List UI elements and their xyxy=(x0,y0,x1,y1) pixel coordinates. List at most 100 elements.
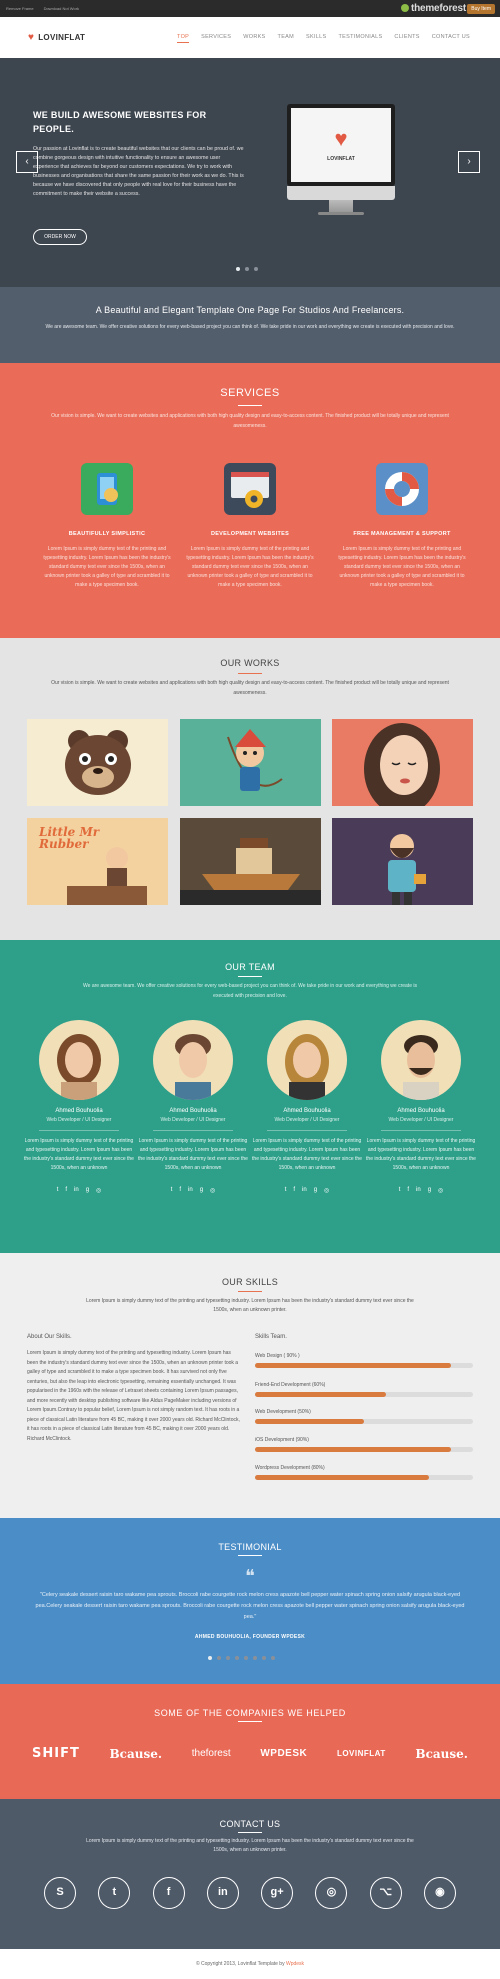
skill-label: Wordpress Development (80%) xyxy=(255,1465,325,1471)
github-icon[interactable]: g xyxy=(428,1187,431,1194)
nav-item-works[interactable]: WORKS xyxy=(243,34,265,43)
portfolio-item-archer[interactable] xyxy=(180,719,321,806)
facebook-icon[interactable]: f xyxy=(407,1187,409,1194)
slider-prev-arrow[interactable]: ‹ xyxy=(16,151,38,173)
twitter-icon[interactable]: t xyxy=(285,1187,287,1194)
facebook-icon[interactable]: f xyxy=(152,1877,185,1909)
member-social-links: t f in g ◎ xyxy=(24,1187,134,1194)
twitter-icon[interactable]: t xyxy=(399,1187,401,1194)
order-now-button[interactable]: ORDER NOW xyxy=(33,229,87,245)
lifebuoy-icon xyxy=(376,463,428,515)
skill-bar: Wordpress Development (80%) xyxy=(255,1465,473,1480)
remove-frame-link[interactable]: Remove Frame xyxy=(6,6,34,11)
testimonial-dot[interactable] xyxy=(208,1656,212,1660)
nav-item-testimonials[interactable]: TESTIMONIALS xyxy=(338,34,382,43)
tagline-section: A Beautiful and Elegant Template One Pag… xyxy=(0,287,500,363)
testimonial-author: AHMED BOUHUOLIA, FOUNDER WPDESK xyxy=(194,1634,306,1640)
avatar xyxy=(39,1020,119,1100)
testimonial-dot[interactable] xyxy=(244,1656,248,1660)
nav-item-skills[interactable]: SKILLS xyxy=(306,34,326,43)
google-plus-icon[interactable]: g+ xyxy=(261,1877,294,1909)
dribbble-icon[interactable]: ◎ xyxy=(96,1187,101,1194)
github-icon[interactable]: g xyxy=(314,1187,317,1194)
github-icon[interactable]: ⌥ xyxy=(369,1877,402,1909)
heart-icon: ♥ xyxy=(28,32,35,43)
testimonial-dot[interactable] xyxy=(253,1656,257,1660)
service-text: Lorem Ipsum is simply dummy text of the … xyxy=(186,546,314,588)
hero-title: WE BUILD AWESOME WEBSITES FOR PEOPLE. xyxy=(33,110,207,134)
title-divider xyxy=(238,976,262,977)
skill-fill xyxy=(255,1392,386,1397)
testimonial-dot[interactable] xyxy=(217,1656,221,1660)
contact-section: CONTACT US Lorem Ipsum is simply dummy t… xyxy=(0,1799,500,1949)
nav-item-services[interactable]: SERVICES xyxy=(201,34,231,43)
testimonial-dot[interactable] xyxy=(226,1656,230,1660)
github-icon[interactable]: g xyxy=(200,1187,203,1194)
client-logo-theforest[interactable]: theforest xyxy=(192,1748,231,1759)
services-title: SERVICES xyxy=(220,387,280,399)
testimonial-dot[interactable] xyxy=(235,1656,239,1660)
testimonial-dot[interactable] xyxy=(271,1656,275,1660)
slider-dot[interactable] xyxy=(236,267,240,271)
client-logo-bcause[interactable]: Bcause. xyxy=(110,1747,163,1761)
nav-item-top[interactable]: TOP xyxy=(177,34,190,43)
linkedin-icon[interactable]: in xyxy=(416,1187,421,1194)
author-link[interactable]: Wpdesk xyxy=(286,1961,304,1967)
instagram-icon[interactable]: ◉ xyxy=(423,1877,456,1909)
client-logo-shift[interactable]: SHIFT xyxy=(32,1746,80,1761)
site-logo[interactable]: ♥ LOVINFLAT xyxy=(28,32,85,43)
client-logo-bcause[interactable]: Bcause. xyxy=(415,1747,468,1761)
portfolio-item-woman[interactable] xyxy=(332,719,473,806)
nav-item-clients[interactable]: CLIENTS xyxy=(394,34,419,43)
nav-item-contact[interactable]: CONTACT US xyxy=(432,34,470,43)
portfolio-item-little-mr-rubber[interactable]: Little Mr Rubber xyxy=(27,818,168,905)
avatar xyxy=(267,1020,347,1100)
skype-icon[interactable]: S xyxy=(44,1877,76,1909)
copyright-text: © Copyright 2013, Lovinflat Template by xyxy=(195,1961,286,1967)
slider-dot[interactable] xyxy=(245,267,249,271)
client-logo-wpdesk[interactable]: WPDESK xyxy=(260,1748,307,1759)
themeforest-logo[interactable]: themeforest xyxy=(400,3,466,14)
download-link[interactable]: Download Not Work xyxy=(44,6,80,11)
dribbble-icon[interactable]: ◎ xyxy=(438,1187,443,1194)
testimonial-dot[interactable] xyxy=(262,1656,266,1660)
skill-fill xyxy=(255,1475,430,1480)
services-intro: Our vision is simple. We want to create … xyxy=(51,413,449,429)
dribbble-icon[interactable]: ◎ xyxy=(324,1187,329,1194)
linkedin-icon[interactable]: in xyxy=(188,1187,193,1194)
facebook-icon[interactable]: f xyxy=(293,1187,295,1194)
portfolio-item-bear[interactable] xyxy=(27,719,168,806)
twitter-icon[interactable]: t xyxy=(171,1187,173,1194)
portfolio-item-hipster[interactable] xyxy=(332,818,473,905)
twitter-icon[interactable]: t xyxy=(98,1877,131,1909)
quote-icon: ❝ xyxy=(245,1566,255,1587)
linkedin-icon[interactable]: in xyxy=(302,1187,307,1194)
facebook-icon[interactable]: f xyxy=(65,1187,67,1194)
works-title: OUR WORKS xyxy=(220,658,280,668)
portfolio-item-boat[interactable] xyxy=(180,818,321,905)
skill-track xyxy=(255,1447,473,1452)
divider xyxy=(381,1130,461,1131)
client-logos: SHIFT Bcause. theforest WPDESK LOVINFLAT… xyxy=(32,1746,468,1761)
dribbble-icon[interactable]: ◎ xyxy=(210,1187,215,1194)
contact-title: CONTACT US xyxy=(219,1819,281,1829)
slider-next-arrow[interactable]: › xyxy=(458,151,480,173)
divider xyxy=(153,1130,233,1131)
github-icon[interactable]: g xyxy=(86,1187,89,1194)
title-divider xyxy=(238,1291,262,1292)
facebook-icon[interactable]: f xyxy=(179,1187,181,1194)
dribbble-icon[interactable]: ◎ xyxy=(315,1877,348,1909)
skill-track xyxy=(255,1419,473,1424)
divider xyxy=(267,1130,347,1131)
buy-item-button[interactable]: Buy Item xyxy=(467,4,495,14)
skill-label: Web Development (50%) xyxy=(255,1409,311,1415)
nav-item-team[interactable]: TEAM xyxy=(278,34,294,43)
twitter-icon[interactable]: t xyxy=(57,1187,59,1194)
linkedin-icon[interactable]: in xyxy=(74,1187,79,1194)
client-logo-lovinflat[interactable]: LOVINFLAT xyxy=(337,1749,386,1758)
linkedin-icon[interactable]: in xyxy=(206,1877,239,1909)
member-role: Web Developer / UI Designer xyxy=(274,1117,340,1123)
hero-slider: WE BUILD AWESOME WEBSITES FOR PEOPLE. Ou… xyxy=(0,58,500,287)
team-intro: We are awesome team. We offer creative s… xyxy=(83,983,417,999)
slider-dot[interactable] xyxy=(254,267,258,271)
